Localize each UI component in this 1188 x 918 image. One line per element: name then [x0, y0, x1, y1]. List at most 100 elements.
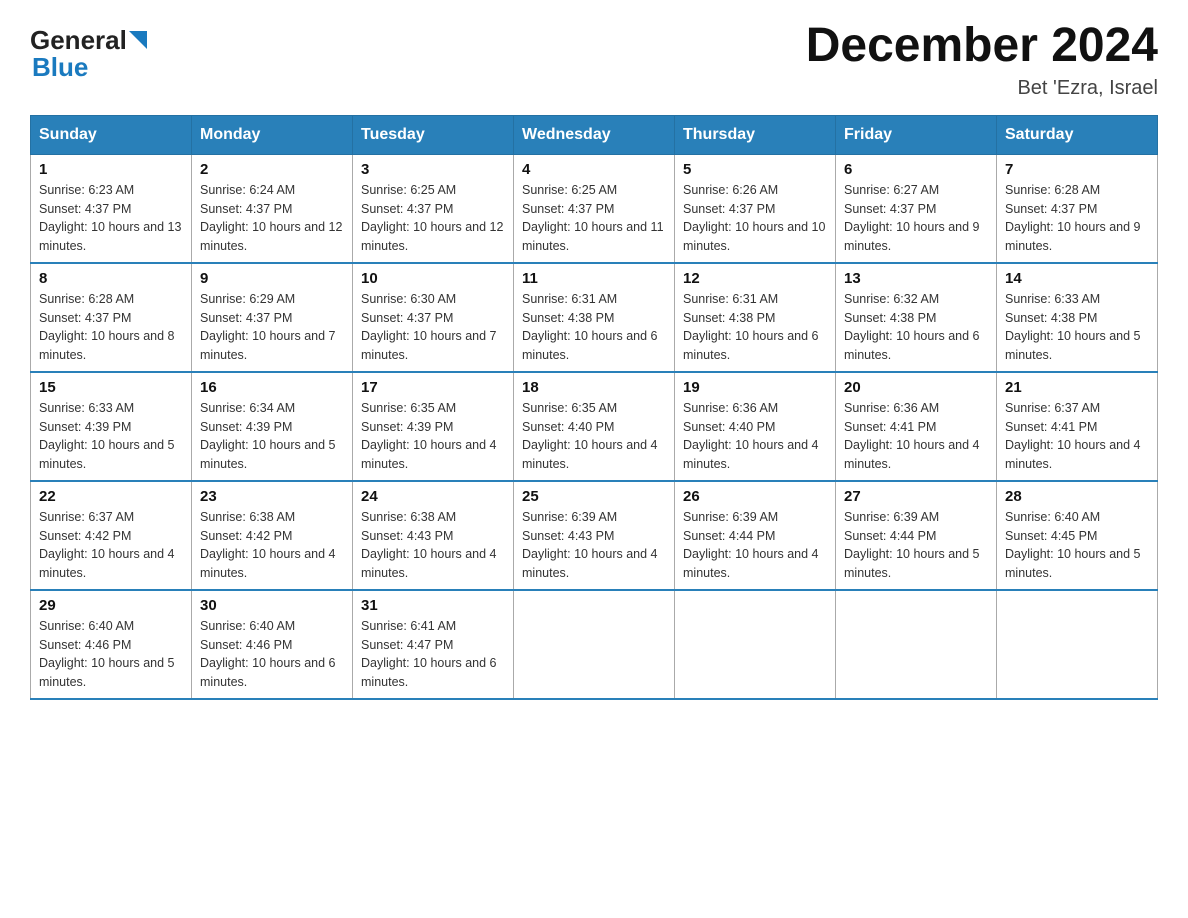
day-info: Sunrise: 6:37 AM Sunset: 4:41 PM Dayligh…: [1005, 399, 1149, 474]
day-info: Sunrise: 6:28 AM Sunset: 4:37 PM Dayligh…: [1005, 181, 1149, 256]
day-number: 15: [39, 379, 183, 396]
empty-cell: [675, 590, 836, 699]
header-day-thursday: Thursday: [675, 115, 836, 154]
week-row-3: 15 Sunrise: 6:33 AM Sunset: 4:39 PM Dayl…: [31, 372, 1158, 481]
empty-cell: [514, 590, 675, 699]
header-day-tuesday: Tuesday: [353, 115, 514, 154]
day-info: Sunrise: 6:28 AM Sunset: 4:37 PM Dayligh…: [39, 290, 183, 365]
header-day-saturday: Saturday: [997, 115, 1158, 154]
day-cell-7: 7 Sunrise: 6:28 AM Sunset: 4:37 PM Dayli…: [997, 154, 1158, 263]
day-cell-23: 23 Sunrise: 6:38 AM Sunset: 4:42 PM Dayl…: [192, 481, 353, 590]
day-info: Sunrise: 6:35 AM Sunset: 4:40 PM Dayligh…: [522, 399, 666, 474]
header-row: SundayMondayTuesdayWednesdayThursdayFrid…: [31, 115, 1158, 154]
logo-blue-text: Blue: [32, 52, 88, 83]
day-number: 25: [522, 488, 666, 505]
week-row-4: 22 Sunrise: 6:37 AM Sunset: 4:42 PM Dayl…: [31, 481, 1158, 590]
header-day-sunday: Sunday: [31, 115, 192, 154]
day-number: 1: [39, 161, 183, 178]
day-cell-4: 4 Sunrise: 6:25 AM Sunset: 4:37 PM Dayli…: [514, 154, 675, 263]
day-cell-24: 24 Sunrise: 6:38 AM Sunset: 4:43 PM Dayl…: [353, 481, 514, 590]
day-cell-11: 11 Sunrise: 6:31 AM Sunset: 4:38 PM Dayl…: [514, 263, 675, 372]
day-info: Sunrise: 6:31 AM Sunset: 4:38 PM Dayligh…: [683, 290, 827, 365]
day-cell-25: 25 Sunrise: 6:39 AM Sunset: 4:43 PM Dayl…: [514, 481, 675, 590]
day-cell-14: 14 Sunrise: 6:33 AM Sunset: 4:38 PM Dayl…: [997, 263, 1158, 372]
day-number: 23: [200, 488, 344, 505]
day-number: 10: [361, 270, 505, 287]
day-info: Sunrise: 6:39 AM Sunset: 4:43 PM Dayligh…: [522, 508, 666, 583]
calendar-body: 1 Sunrise: 6:23 AM Sunset: 4:37 PM Dayli…: [31, 154, 1158, 699]
day-number: 8: [39, 270, 183, 287]
day-cell-5: 5 Sunrise: 6:26 AM Sunset: 4:37 PM Dayli…: [675, 154, 836, 263]
week-row-5: 29 Sunrise: 6:40 AM Sunset: 4:46 PM Dayl…: [31, 590, 1158, 699]
day-info: Sunrise: 6:40 AM Sunset: 4:46 PM Dayligh…: [39, 617, 183, 692]
day-info: Sunrise: 6:24 AM Sunset: 4:37 PM Dayligh…: [200, 181, 344, 256]
day-info: Sunrise: 6:35 AM Sunset: 4:39 PM Dayligh…: [361, 399, 505, 474]
day-cell-26: 26 Sunrise: 6:39 AM Sunset: 4:44 PM Dayl…: [675, 481, 836, 590]
logo-triangle-icon: [129, 31, 147, 54]
day-info: Sunrise: 6:27 AM Sunset: 4:37 PM Dayligh…: [844, 181, 988, 256]
day-cell-17: 17 Sunrise: 6:35 AM Sunset: 4:39 PM Dayl…: [353, 372, 514, 481]
day-cell-27: 27 Sunrise: 6:39 AM Sunset: 4:44 PM Dayl…: [836, 481, 997, 590]
day-info: Sunrise: 6:37 AM Sunset: 4:42 PM Dayligh…: [39, 508, 183, 583]
day-number: 21: [1005, 379, 1149, 396]
day-info: Sunrise: 6:32 AM Sunset: 4:38 PM Dayligh…: [844, 290, 988, 365]
day-cell-9: 9 Sunrise: 6:29 AM Sunset: 4:37 PM Dayli…: [192, 263, 353, 372]
calendar-table: SundayMondayTuesdayWednesdayThursdayFrid…: [30, 115, 1158, 700]
calendar-header: SundayMondayTuesdayWednesdayThursdayFrid…: [31, 115, 1158, 154]
day-number: 7: [1005, 161, 1149, 178]
empty-cell: [997, 590, 1158, 699]
day-info: Sunrise: 6:33 AM Sunset: 4:39 PM Dayligh…: [39, 399, 183, 474]
day-info: Sunrise: 6:34 AM Sunset: 4:39 PM Dayligh…: [200, 399, 344, 474]
location: Bet 'Ezra, Israel: [806, 77, 1158, 100]
day-info: Sunrise: 6:23 AM Sunset: 4:37 PM Dayligh…: [39, 181, 183, 256]
day-cell-19: 19 Sunrise: 6:36 AM Sunset: 4:40 PM Dayl…: [675, 372, 836, 481]
day-number: 2: [200, 161, 344, 178]
day-cell-2: 2 Sunrise: 6:24 AM Sunset: 4:37 PM Dayli…: [192, 154, 353, 263]
month-title: December 2024: [806, 20, 1158, 73]
day-number: 24: [361, 488, 505, 505]
day-info: Sunrise: 6:40 AM Sunset: 4:46 PM Dayligh…: [200, 617, 344, 692]
title-area: December 2024 Bet 'Ezra, Israel: [806, 20, 1158, 100]
day-number: 22: [39, 488, 183, 505]
day-cell-8: 8 Sunrise: 6:28 AM Sunset: 4:37 PM Dayli…: [31, 263, 192, 372]
day-cell-16: 16 Sunrise: 6:34 AM Sunset: 4:39 PM Dayl…: [192, 372, 353, 481]
day-number: 26: [683, 488, 827, 505]
week-row-1: 1 Sunrise: 6:23 AM Sunset: 4:37 PM Dayli…: [31, 154, 1158, 263]
day-info: Sunrise: 6:38 AM Sunset: 4:42 PM Dayligh…: [200, 508, 344, 583]
day-cell-3: 3 Sunrise: 6:25 AM Sunset: 4:37 PM Dayli…: [353, 154, 514, 263]
day-cell-15: 15 Sunrise: 6:33 AM Sunset: 4:39 PM Dayl…: [31, 372, 192, 481]
day-number: 18: [522, 379, 666, 396]
page-header: General Blue December 2024 Bet 'Ezra, Is…: [30, 20, 1158, 100]
day-number: 13: [844, 270, 988, 287]
day-number: 4: [522, 161, 666, 178]
day-number: 17: [361, 379, 505, 396]
header-day-monday: Monday: [192, 115, 353, 154]
day-cell-13: 13 Sunrise: 6:32 AM Sunset: 4:38 PM Dayl…: [836, 263, 997, 372]
day-cell-31: 31 Sunrise: 6:41 AM Sunset: 4:47 PM Dayl…: [353, 590, 514, 699]
day-cell-10: 10 Sunrise: 6:30 AM Sunset: 4:37 PM Dayl…: [353, 263, 514, 372]
day-cell-12: 12 Sunrise: 6:31 AM Sunset: 4:38 PM Dayl…: [675, 263, 836, 372]
day-info: Sunrise: 6:41 AM Sunset: 4:47 PM Dayligh…: [361, 617, 505, 692]
day-info: Sunrise: 6:33 AM Sunset: 4:38 PM Dayligh…: [1005, 290, 1149, 365]
day-info: Sunrise: 6:38 AM Sunset: 4:43 PM Dayligh…: [361, 508, 505, 583]
day-number: 20: [844, 379, 988, 396]
day-number: 5: [683, 161, 827, 178]
day-number: 14: [1005, 270, 1149, 287]
day-info: Sunrise: 6:25 AM Sunset: 4:37 PM Dayligh…: [361, 181, 505, 256]
day-cell-30: 30 Sunrise: 6:40 AM Sunset: 4:46 PM Dayl…: [192, 590, 353, 699]
day-cell-20: 20 Sunrise: 6:36 AM Sunset: 4:41 PM Dayl…: [836, 372, 997, 481]
day-number: 6: [844, 161, 988, 178]
week-row-2: 8 Sunrise: 6:28 AM Sunset: 4:37 PM Dayli…: [31, 263, 1158, 372]
day-info: Sunrise: 6:29 AM Sunset: 4:37 PM Dayligh…: [200, 290, 344, 365]
day-cell-18: 18 Sunrise: 6:35 AM Sunset: 4:40 PM Dayl…: [514, 372, 675, 481]
day-number: 19: [683, 379, 827, 396]
day-number: 30: [200, 597, 344, 614]
day-cell-29: 29 Sunrise: 6:40 AM Sunset: 4:46 PM Dayl…: [31, 590, 192, 699]
header-day-friday: Friday: [836, 115, 997, 154]
day-info: Sunrise: 6:25 AM Sunset: 4:37 PM Dayligh…: [522, 181, 666, 256]
day-info: Sunrise: 6:36 AM Sunset: 4:40 PM Dayligh…: [683, 399, 827, 474]
day-cell-22: 22 Sunrise: 6:37 AM Sunset: 4:42 PM Dayl…: [31, 481, 192, 590]
day-number: 12: [683, 270, 827, 287]
day-number: 3: [361, 161, 505, 178]
day-number: 28: [1005, 488, 1149, 505]
